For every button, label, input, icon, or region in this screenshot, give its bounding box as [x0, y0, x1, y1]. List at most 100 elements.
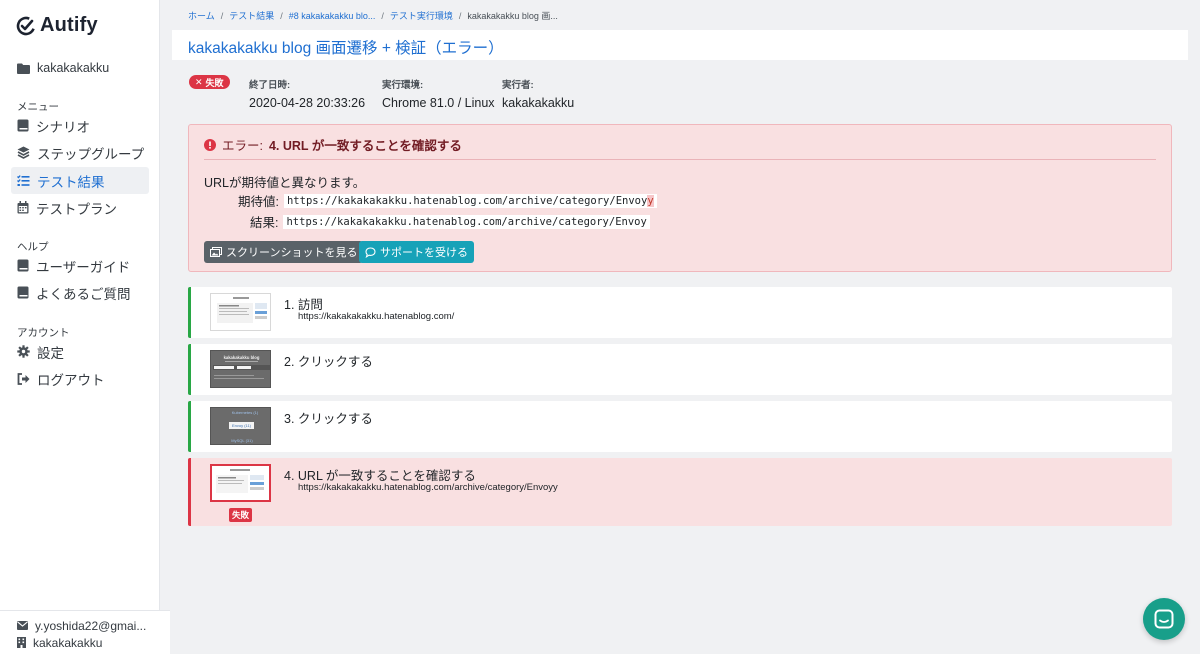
- user-email: y.yoshida22@gmai...: [35, 618, 147, 633]
- sidebar-item-faq[interactable]: よくあるご質問: [11, 279, 149, 306]
- step-thumbnail[interactable]: [210, 293, 271, 331]
- breadcrumb-test-results[interactable]: テスト結果: [229, 11, 274, 21]
- meta-value: Chrome 81.0 / Linux: [382, 96, 495, 110]
- get-support-label: サポートを受ける: [380, 247, 468, 259]
- logo-text: Autify: [40, 14, 98, 36]
- screenshot-thumbnail-image: Kubernetes (1) Envoy (11) MySQL (31): [211, 408, 270, 444]
- meta-executor: 実行者: kakakakakku: [502, 77, 574, 110]
- sidebar-item-label: ユーザーガイド: [36, 259, 131, 275]
- actual-value: https://kakakakakku.hatenablog.com/archi…: [283, 214, 650, 229]
- sidebar-item-logout[interactable]: ログアウト: [11, 365, 149, 392]
- meta-value: 2020-04-28 20:33:26: [249, 96, 366, 110]
- breadcrumb-test-run[interactable]: #8 kakakakakku blo...: [289, 11, 376, 21]
- thumbnail-title-text: kakakakakku blog: [224, 355, 260, 360]
- sidebar-item-label: 設定: [37, 345, 64, 361]
- page-title: kakakakakku blog 画面遷移 + 検証（エラー）: [188, 40, 504, 57]
- step-row-1[interactable]: 1. 訪問 https://kakakakakku.hatenablog.com…: [188, 287, 1172, 338]
- user-email-row: y.yoshida22@gmai...: [17, 617, 170, 634]
- screenshot-thumbnail-image: [212, 466, 269, 500]
- meta-value: kakakakakku: [502, 96, 575, 110]
- divider: [204, 159, 1156, 160]
- book-icon: [17, 119, 29, 132]
- meta-key: 実行環境:: [382, 80, 424, 91]
- error-message: URLが期待値と異なります。: [204, 176, 366, 190]
- step-label: 2. クリックする: [284, 355, 373, 369]
- view-screenshot-label: スクリーンショットを見る: [226, 247, 358, 259]
- chat-widget-button[interactable]: [1143, 598, 1185, 640]
- step-row-4[interactable]: 失敗 4. URL が一致することを確認する https://kakakakak…: [188, 458, 1172, 526]
- breadcrumb: ホーム / テスト結果 / #8 kakakakakku blo... / テスト実行環境 /…: [188, 11, 558, 21]
- app-logo[interactable]: Autify: [16, 14, 98, 37]
- breadcrumb-current: kakakakakku blog 画...: [467, 11, 558, 21]
- thumbnail-category-1: Kubernetes (1): [232, 410, 259, 415]
- user-org: kakakakakku: [33, 635, 103, 650]
- expected-value-main: https://kakakakakku.hatenablog.com/archi…: [286, 194, 648, 207]
- comment-icon: [365, 246, 376, 258]
- folder-icon: [17, 63, 30, 74]
- expected-label: 期待値:: [238, 195, 279, 209]
- sidebar-item-label: テストプラン: [36, 201, 117, 217]
- project-selector[interactable]: kakakakakku: [17, 61, 109, 75]
- screenshot-thumbnail-image: kakakakakku blog: [211, 351, 270, 387]
- step-row-3[interactable]: Kubernetes (1) Envoy (11) MySQL (31) 3. …: [188, 401, 1172, 452]
- step-row-2[interactable]: kakakakakku blog 2. クリックする: [188, 344, 1172, 395]
- meta-key: 終了日時:: [249, 80, 291, 91]
- user-org-row: kakakakakku: [17, 634, 170, 651]
- sidebar-item-settings[interactable]: 設定: [11, 338, 149, 365]
- sidebar-item-scenarios[interactable]: シナリオ: [11, 112, 149, 139]
- expected-value-diff: y: [647, 194, 654, 207]
- layers-icon: [17, 146, 30, 159]
- thumbnail-category-2: Envoy (11): [232, 423, 252, 428]
- error-panel: エラー: 4. URL が一致することを確認する URLが期待値と異なります。 …: [188, 124, 1172, 272]
- book-icon: [17, 259, 29, 272]
- breadcrumb-environment[interactable]: テスト実行環境: [390, 11, 453, 21]
- sidebar-item-step-groups[interactable]: ステップグループ: [11, 139, 149, 166]
- step-thumbnail[interactable]: Kubernetes (1) Envoy (11) MySQL (31): [210, 407, 271, 445]
- autify-logo-icon: [16, 16, 36, 35]
- images-icon: [210, 247, 222, 257]
- actual-label: 結果:: [250, 216, 279, 230]
- sidebar-item-label: よくあるご質問: [36, 286, 131, 302]
- sidebar-item-label: シナリオ: [36, 119, 90, 135]
- gear-icon: [17, 345, 30, 358]
- screenshot-thumbnail-image: [211, 294, 270, 330]
- meta-finished-at: 終了日時: 2020-04-28 20:33:26: [249, 77, 365, 110]
- step-fail-badge: 失敗: [229, 508, 253, 522]
- thumbnail-category-3: MySQL (31): [231, 438, 253, 443]
- step-thumbnail[interactable]: kakakakakku blog: [210, 350, 271, 388]
- status-badge: ✕ 失敗: [189, 75, 230, 89]
- breadcrumb-home[interactable]: ホーム: [188, 11, 215, 21]
- expected-row: 期待値: https://kakakakakku.hatenablog.com/…: [238, 191, 657, 210]
- step-label: 3. クリックする: [284, 412, 373, 426]
- envelope-icon: [17, 621, 28, 630]
- building-icon: [17, 637, 26, 648]
- exclamation-circle-icon: [204, 138, 216, 151]
- user-account-box[interactable]: y.yoshida22@gmai... kakakakakku: [0, 610, 170, 654]
- error-step-name: 4. URL が一致することを確認する: [268, 139, 462, 153]
- title-bar: kakakakakku blog 画面遷移 + 検証（エラー）: [172, 30, 1188, 60]
- actual-row: 結果: https://kakakakakku.hatenablog.com/a…: [250, 212, 650, 231]
- sign-out-icon: [17, 372, 30, 385]
- project-name: kakakakakku: [37, 61, 110, 75]
- sidebar-item-test-plans[interactable]: テストプラン: [11, 194, 149, 221]
- sidebar-item-label: ログアウト: [37, 372, 105, 388]
- sidebar-item-label: ステップグループ: [37, 146, 145, 162]
- step-url: https://kakakakakku.hatenablog.com/archi…: [298, 482, 558, 493]
- error-heading: エラー: 4. URL が一致することを確認する: [204, 135, 462, 154]
- sidebar: Autify kakakakakku メニュー シナリオ ステップグループ テス…: [0, 0, 170, 654]
- book-icon: [17, 286, 29, 299]
- close-icon: ✕: [195, 76, 203, 87]
- calendar-icon: [17, 201, 29, 214]
- sidebar-item-label: テスト結果: [37, 174, 105, 190]
- sidebar-item-user-guide[interactable]: ユーザーガイド: [11, 252, 149, 279]
- error-prefix: エラー:: [222, 139, 263, 153]
- chat-icon: [1154, 609, 1174, 629]
- sidebar-item-test-results[interactable]: テスト結果: [11, 167, 149, 194]
- step-url: https://kakakakakku.hatenablog.com/: [298, 311, 455, 322]
- step-thumbnail[interactable]: [210, 464, 271, 502]
- meta-environment: 実行環境: Chrome 81.0 / Linux: [382, 77, 495, 110]
- get-support-button[interactable]: サポートを受ける: [359, 241, 474, 263]
- meta-key: 実行者:: [502, 80, 534, 91]
- view-screenshot-button[interactable]: スクリーンショットを見る: [204, 241, 364, 263]
- expected-value: https://kakakakakku.hatenablog.com/archi…: [283, 193, 657, 208]
